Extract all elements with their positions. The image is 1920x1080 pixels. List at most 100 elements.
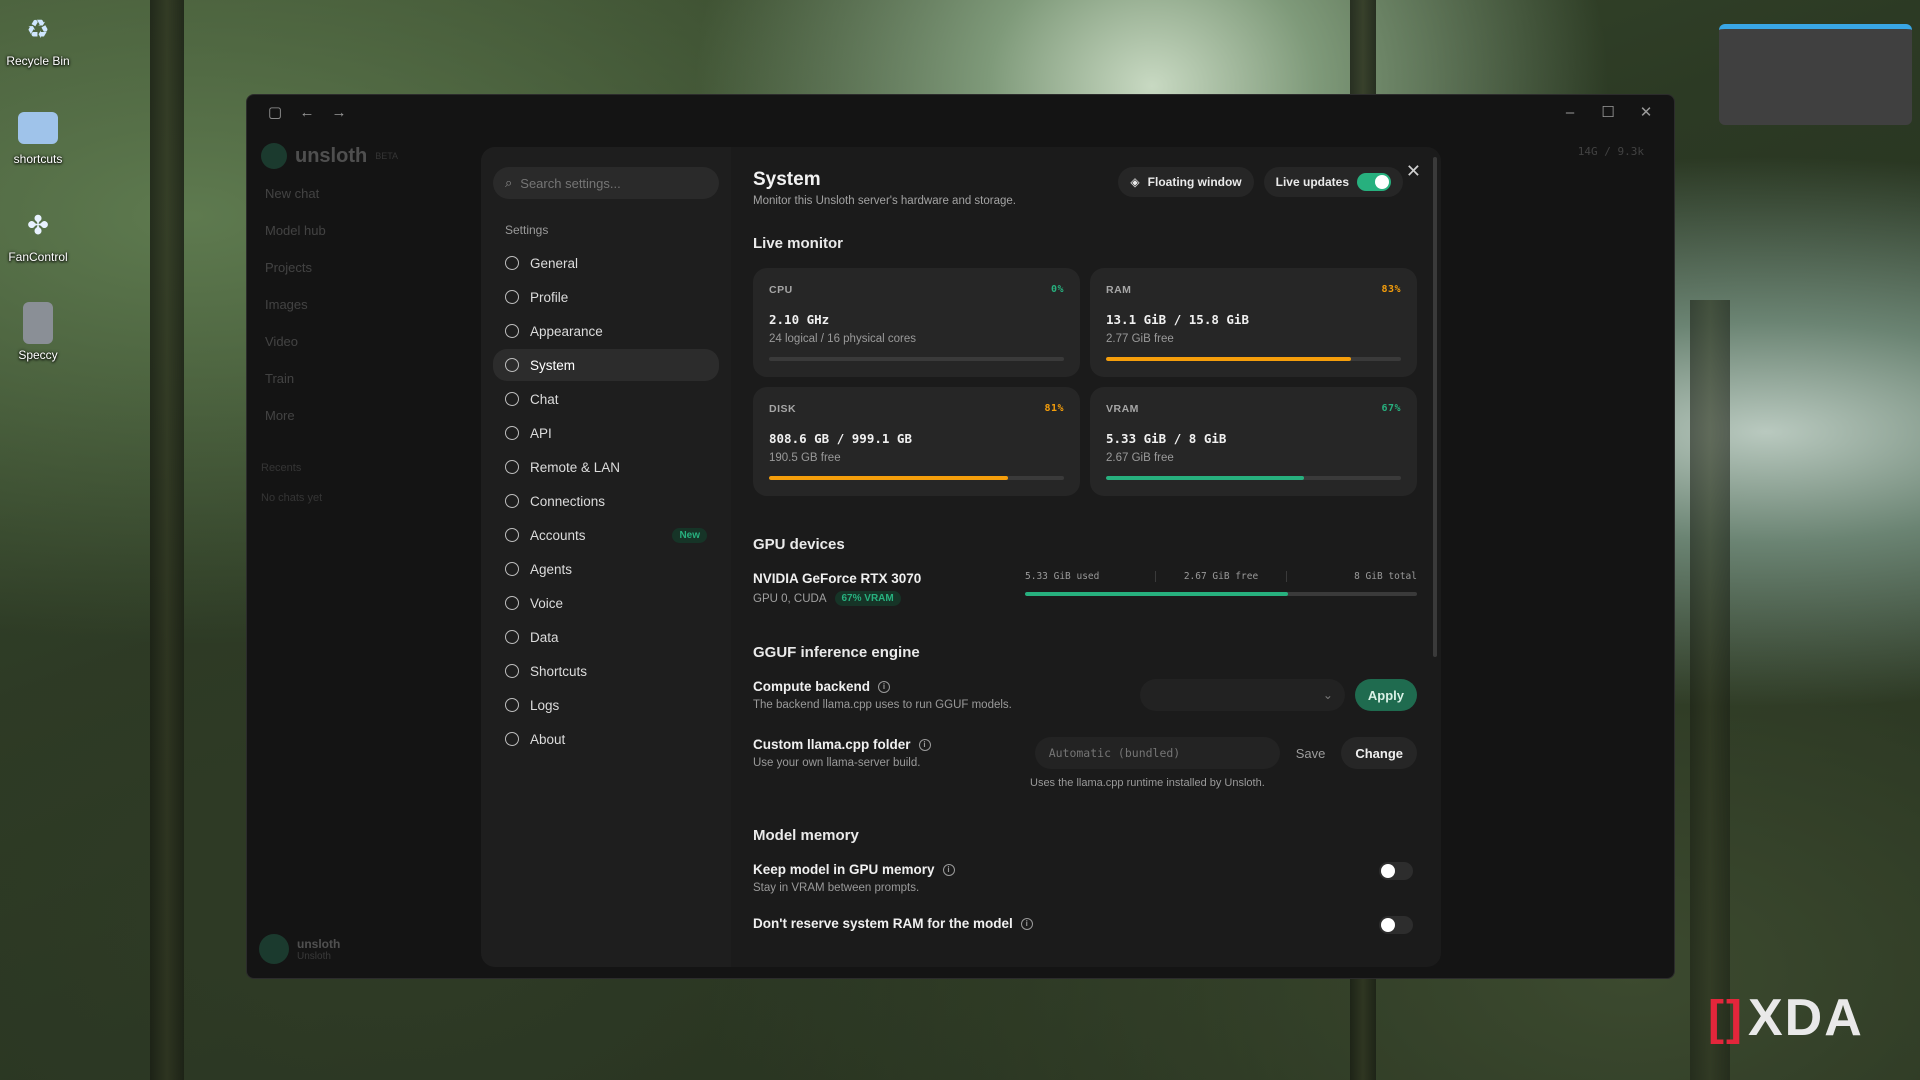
minimize-icon[interactable]: – <box>1554 99 1586 125</box>
settings-nav-connections[interactable]: Connections <box>493 485 719 517</box>
info-icon[interactable]: i <box>942 863 955 876</box>
system-panel: ✕ System Monitor this Unsloth server's h… <box>731 147 1441 967</box>
floating-window-button[interactable]: ◈ Floating window <box>1118 167 1254 197</box>
live-updates-toggle[interactable] <box>1357 173 1391 191</box>
taskbar-preview-window[interactable] <box>1719 24 1912 125</box>
settings-search[interactable]: ⌕ <box>493 167 719 199</box>
app-nav-images[interactable]: Images <box>261 292 463 317</box>
apply-button[interactable]: Apply <box>1354 679 1417 711</box>
info-icon[interactable]: i <box>1020 917 1033 930</box>
app-nav-model-hub[interactable]: Model hub <box>261 218 463 243</box>
disk-usage-fill <box>769 476 1008 480</box>
gpu-devices-title: GPU devices <box>753 536 845 553</box>
disk-label: DISK <box>769 403 797 415</box>
ram-value: 13.1 GiB / 15.8 GiB <box>1106 312 1249 327</box>
folder-icon <box>18 112 58 144</box>
ram-sub: 2.77 GiB free <box>1106 333 1174 345</box>
dont-reserve-label: Don't reserve system RAM for the model <box>753 916 1013 931</box>
gpu-name: NVIDIA GeForce RTX 3070 <box>753 571 922 586</box>
settings-nav-label: Voice <box>530 595 564 611</box>
app-nav-projects[interactable]: Projects <box>261 255 463 280</box>
model-memory-title: Model memory <box>753 827 859 844</box>
page-title: System <box>753 169 821 190</box>
scrollbar[interactable] <box>1433 157 1437 657</box>
gpu-sub: GPU 0, CUDA <box>753 592 827 605</box>
remote-lan-icon <box>505 460 519 474</box>
save-button[interactable]: Save <box>1286 737 1336 769</box>
settings-nav-profile[interactable]: Profile <box>493 281 719 313</box>
settings-nav-voice[interactable]: Voice <box>493 587 719 619</box>
new-badge: New <box>672 527 707 543</box>
gguf-title: GGUF inference engine <box>753 644 920 661</box>
settings-search-input[interactable] <box>520 175 691 191</box>
app-nav-video[interactable]: Video <box>261 329 463 354</box>
cpu-pct: 0% <box>1050 284 1064 295</box>
settings-nav-label: Chat <box>530 391 559 407</box>
close-window-icon[interactable]: ✕ <box>1630 99 1662 125</box>
app-nav-train[interactable]: Train <box>261 366 463 391</box>
app-nav-more[interactable]: More <box>261 403 463 428</box>
voice-icon <box>505 596 519 610</box>
settings-nav-chat[interactable]: Chat <box>493 383 719 415</box>
settings-nav-remote-lan[interactable]: Remote & LAN <box>493 451 719 483</box>
settings-nav-data[interactable]: Data <box>493 621 719 653</box>
back-arrow-icon[interactable]: ← <box>291 99 323 125</box>
settings-nav-shortcuts[interactable]: Shortcuts <box>493 655 719 687</box>
desktop-icon-shortcuts[interactable]: shortcuts <box>4 106 72 166</box>
keep-gpu-row: Keep model in GPU memory i Stay in VRAM b… <box>753 862 1417 894</box>
compute-backend-label: Compute backend <box>753 679 871 694</box>
keep-gpu-desc: Stay in VRAM between prompts. <box>753 882 920 894</box>
speccy-icon <box>23 302 53 344</box>
app-nav-new-chat[interactable]: New chat <box>261 181 463 206</box>
disk-pct: 81% <box>1044 403 1064 414</box>
change-button[interactable]: Change <box>1341 737 1417 769</box>
maximize-icon[interactable]: ☐ <box>1592 99 1624 125</box>
recents-heading: Recents <box>261 462 302 474</box>
vram-usage-fill <box>1106 476 1304 480</box>
llama-folder-input[interactable] <box>1034 737 1280 769</box>
settings-nav-about[interactable]: About <box>493 723 719 755</box>
desktop-icon-label: shortcuts <box>13 152 63 166</box>
close-dialog-icon[interactable]: ✕ <box>1406 161 1421 182</box>
ram-card: RAM 83% 13.1 GiB / 15.8 GiB 2.77 GiB free <box>1090 268 1417 377</box>
compute-backend-select[interactable]: ⌄ <box>1139 679 1345 711</box>
cpu-usage-bar <box>769 357 1064 361</box>
tree-trunk <box>150 0 184 1080</box>
compute-backend-row: Compute backend i The backend llama.cpp u… <box>753 679 1417 711</box>
keep-gpu-toggle[interactable] <box>1379 862 1413 880</box>
brand-tag: BETA <box>375 151 399 161</box>
info-icon[interactable]: i <box>878 680 891 693</box>
user-name: unsloth <box>297 936 341 951</box>
settings-nav-label: API <box>530 425 552 441</box>
app-sidebar: unsloth BETA New chat Model hub Projects… <box>247 129 477 978</box>
sidebar-toggle-icon[interactable]: ▢ <box>259 99 291 125</box>
live-updates-label: Live updates <box>1275 175 1349 189</box>
desktop-icon-speccy[interactable]: Speccy <box>4 302 72 362</box>
settings-nav-accounts[interactable]: Accounts New <box>493 519 719 551</box>
recycle-bin-icon: ♻ <box>26 13 50 44</box>
settings-nav-general[interactable]: General <box>493 247 719 279</box>
user-chip[interactable]: unsloth Unsloth <box>259 934 340 964</box>
ram-usage-fill <box>1106 357 1351 361</box>
gpu-used: 5.33 GiB used <box>1025 571 1156 582</box>
vram-value: 5.33 GiB / 8 GiB <box>1106 431 1227 446</box>
cpu-card: CPU 0% 2.10 GHz 24 logical / 16 physical … <box>753 268 1080 377</box>
settings-nav-agents[interactable]: Agents <box>493 553 719 585</box>
dont-reserve-toggle[interactable] <box>1379 916 1413 934</box>
settings-nav-system[interactable]: System <box>493 349 719 381</box>
info-icon[interactable]: i <box>918 738 931 751</box>
accounts-icon <box>505 528 519 542</box>
settings-nav-label: Shortcuts <box>530 663 588 679</box>
settings-nav-api[interactable]: API <box>493 417 719 449</box>
custom-folder-desc: Use your own llama-server build. <box>753 757 921 769</box>
desktop-icon-fancontrol[interactable]: ✤ FanControl <box>4 204 72 265</box>
forward-arrow-icon[interactable]: → <box>323 99 355 125</box>
general-icon <box>505 256 519 270</box>
live-updates-control[interactable]: Live updates <box>1263 167 1403 197</box>
shortcuts-icon <box>505 664 519 678</box>
settings-nav-logs[interactable]: Logs <box>493 689 719 721</box>
settings-nav-appearance[interactable]: Appearance <box>493 315 719 347</box>
system-icon <box>505 358 519 372</box>
gpu-device-row: NVIDIA GeForce RTX 3070 GPU 0, CUDA 67% … <box>753 571 1417 606</box>
desktop-icon-recycle-bin[interactable]: ♻ Recycle Bin <box>4 8 72 69</box>
